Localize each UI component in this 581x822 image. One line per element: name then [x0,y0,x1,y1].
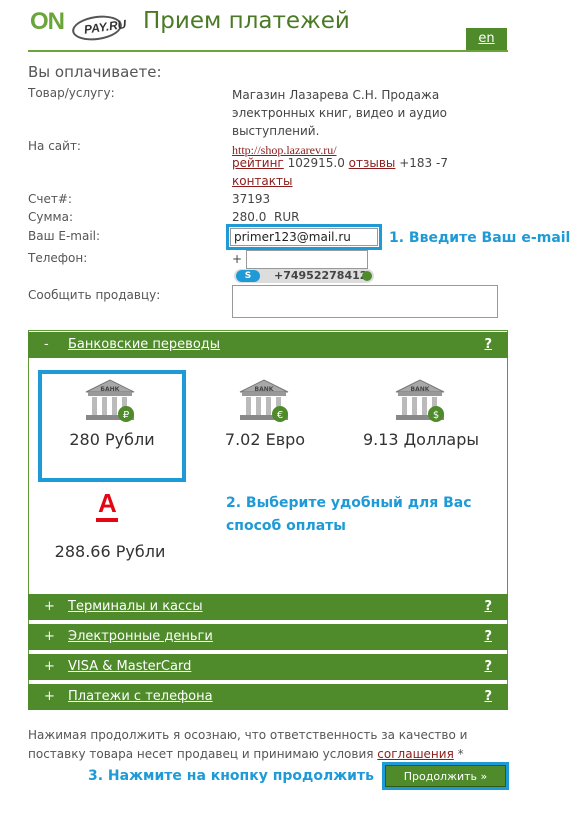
expand-sign: + [44,659,55,674]
product-label: Товар/услугу: [28,86,115,100]
help-link[interactable]: ? [484,624,492,650]
amount-eur: 7.02 Евро [224,430,306,449]
category-bank-transfers[interactable]: - Банковские переводы ? [28,332,508,358]
category-e-money[interactable]: + Электронные деньги ? [28,624,508,650]
help-link[interactable]: ? [484,332,492,358]
alfabank-underline [96,518,118,522]
language-en-link[interactable]: en [466,28,507,52]
phone-label: Телефон: [28,251,88,265]
phone-input[interactable] [246,250,368,269]
site-url-link[interactable]: http://shop.lazarev.ru/ [232,143,337,157]
category-label: Платежи с телефона [68,689,213,704]
help-link[interactable]: ? [484,684,492,710]
sum-label: Сумма: [28,210,73,224]
payment-option-rub[interactable]: ₽ БАНК 280 Рубли [42,374,182,478]
invoice-value: 37193 [232,192,271,206]
help-link[interactable]: ? [484,654,492,680]
category-label: Банковские переводы [68,337,221,352]
payment-option-alfabank[interactable]: А 288.66 Рубли [38,490,188,568]
expand-sign: + [44,629,55,644]
order-heading: Вы оплачиваете: [28,63,162,81]
step1-hint: 1. Введите Ваш e-mail [389,230,571,246]
step3-hint: 3. Нажмите на кнопку продолжить [88,768,374,784]
email-input[interactable]: primer123@mail.ru [230,228,378,246]
logo-on: ON [30,8,65,35]
header-divider [28,50,508,52]
category-phone-payments[interactable]: + Платежи с телефона ? [28,684,508,710]
bank-icon: ₽ БАНК [85,379,135,422]
continue-highlight: Продолжить » [382,762,509,790]
amount-rub: 280 Рубли [69,430,155,449]
alfabank-logo: А [94,490,126,524]
svg-text:$: $ [433,410,439,421]
message-textarea[interactable] [232,285,498,318]
svg-text:BANK: BANK [411,386,430,393]
logo-pay-ring: PAY.RU [70,12,128,44]
reviews-value: +183 -7 [399,156,448,170]
payment-option-eur[interactable]: € BANK 7.02 Евро [190,374,340,478]
amount-usd: 9.13 Доллары [362,430,480,449]
onpay-logo: ON PAY.RU [30,8,130,44]
svg-text:BANK: BANK [255,386,274,393]
legal-notice: Нажимая продолжить я осознаю, что ответс… [28,726,518,764]
email-label: Ваш E-mail: [28,229,101,243]
svg-text:₽: ₽ [123,410,130,421]
continue-button[interactable]: Продолжить » [385,765,506,787]
payment-option-usd[interactable]: $ BANK 9.13 Доллары [346,374,496,478]
expand-sign: + [44,599,55,614]
collapse-sign: - [44,337,49,352]
help-link[interactable]: ? [484,594,492,620]
category-label: Терминалы и кассы [68,599,203,614]
bank-icon: € BANK [239,379,289,422]
required-asterisk: * [457,747,464,761]
category-visa-mastercard[interactable]: + VISA & MasterCard ? [28,654,508,680]
expand-sign: + [44,689,55,704]
skype-icon: S [236,270,260,282]
category-label: Электронные деньги [68,629,213,644]
reviews-link[interactable]: отзывы [349,156,396,170]
svg-text:€: € [277,410,283,421]
bank-icon: $ BANK [395,379,445,422]
page-title: Прием платежей [143,8,350,34]
product-value: Магазин Лазарева С.Н. Продажа электронны… [232,88,447,138]
phone-prefix: + [232,252,243,266]
skype-call-badge[interactable]: S +74952278412 [234,269,374,283]
rating-row: рейтинг 102915.0 отзывы +183 -7 [232,156,448,170]
contacts-link[interactable]: контакты [232,174,293,188]
message-label: Сообщить продавцу: [28,288,161,302]
alfabank-letter: А [98,488,117,518]
skype-number: +74952278412 [274,269,368,282]
logo-pay-text: PAY.RU [83,16,128,37]
amount-alfabank: 288.66 Рубли [54,542,166,561]
rating-link[interactable]: рейтинг [232,156,284,170]
site-label: На сайт: [28,139,81,153]
step2-hint: 2. Выберите удобный для Вас способ оплат… [226,495,472,534]
category-terminals[interactable]: + Терминалы и кассы ? [28,594,508,620]
sum-value: 280.0 RUR [232,210,300,224]
category-label: VISA & MasterCard [68,659,192,674]
invoice-label: Счет#: [28,192,72,206]
agreement-link[interactable]: соглашения [377,747,454,761]
phone-call-icon [362,271,372,281]
rating-value: 102915.0 [287,156,345,170]
svg-text:БАНК: БАНК [100,386,119,393]
